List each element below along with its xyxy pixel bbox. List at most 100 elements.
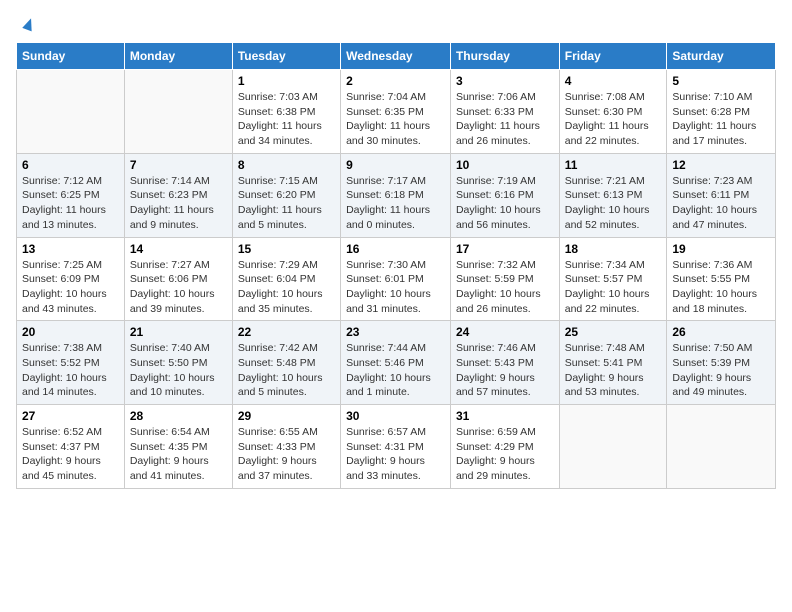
day-number: 12 [672,158,770,172]
day-number: 6 [22,158,119,172]
day-number: 24 [456,325,554,339]
day-number: 5 [672,74,770,88]
col-header-friday: Friday [559,43,667,70]
day-info: Sunrise: 7:44 AMSunset: 5:46 PMDaylight:… [346,341,445,400]
day-info: Sunrise: 7:34 AMSunset: 5:57 PMDaylight:… [565,258,662,317]
day-number: 9 [346,158,445,172]
week-row-1: 1Sunrise: 7:03 AMSunset: 6:38 PMDaylight… [17,70,776,154]
day-cell: 14Sunrise: 7:27 AMSunset: 6:06 PMDayligh… [124,237,232,321]
day-info: Sunrise: 7:15 AMSunset: 6:20 PMDaylight:… [238,174,335,233]
day-info: Sunrise: 7:50 AMSunset: 5:39 PMDaylight:… [672,341,770,400]
day-cell: 25 Sunrise: 7:48 AMSunset: 5:41 PMDayligh… [559,321,667,405]
day-cell: 3 Sunrise: 7:06 AMSunset: 6:33 PMDaylight… [450,70,559,154]
day-number: 4 [565,74,662,88]
day-cell: 12 Sunrise: 7:23 AMSunset: 6:11 PMDayligh… [667,153,776,237]
day-info: Sunrise: 7:17 AMSunset: 6:18 PMDaylight:… [346,174,445,233]
day-number: 25 [565,325,662,339]
day-number: 17 [456,242,554,256]
col-header-wednesday: Wednesday [341,43,451,70]
day-info: Sunrise: 7:25 AMSunset: 6:09 PMDaylight:… [22,258,119,317]
day-cell: 17Sunrise: 7:32 AMSunset: 5:59 PMDayligh… [450,237,559,321]
col-header-monday: Monday [124,43,232,70]
day-info: Sunrise: 6:52 AMSunset: 4:37 PMDaylight:… [22,425,119,484]
day-cell: 9 Sunrise: 7:17 AMSunset: 6:18 PMDaylight… [341,153,451,237]
col-header-thursday: Thursday [450,43,559,70]
day-info: Sunrise: 7:19 AMSunset: 6:16 PMDaylight:… [456,174,554,233]
day-cell: 24Sunrise: 7:46 AMSunset: 5:43 PMDayligh… [450,321,559,405]
day-cell: 31Sunrise: 6:59 AMSunset: 4:29 PMDayligh… [450,405,559,489]
day-number: 22 [238,325,335,339]
week-row-4: 20 Sunrise: 7:38 AMSunset: 5:52 PMDayligh… [17,321,776,405]
day-number: 11 [565,158,662,172]
day-cell: 29 Sunrise: 6:55 AMSunset: 4:33 PMDayligh… [232,405,340,489]
calendar-table: SundayMondayTuesdayWednesdayThursdayFrid… [16,42,776,489]
day-cell: 26 Sunrise: 7:50 AMSunset: 5:39 PMDayligh… [667,321,776,405]
day-cell: 15 Sunrise: 7:29 AMSunset: 6:04 PMDayligh… [232,237,340,321]
day-number: 20 [22,325,119,339]
day-info: Sunrise: 7:06 AMSunset: 6:33 PMDaylight:… [456,90,554,149]
day-cell: 30 Sunrise: 6:57 AMSunset: 4:31 PMDayligh… [341,405,451,489]
day-info: Sunrise: 7:03 AMSunset: 6:38 PMDaylight:… [238,90,335,149]
day-cell: 18 Sunrise: 7:34 AMSunset: 5:57 PMDayligh… [559,237,667,321]
day-cell [124,70,232,154]
day-number: 29 [238,409,335,423]
day-number: 13 [22,242,119,256]
day-cell: 11 Sunrise: 7:21 AMSunset: 6:13 PMDayligh… [559,153,667,237]
col-header-tuesday: Tuesday [232,43,340,70]
col-header-saturday: Saturday [667,43,776,70]
logo-arrow-icon [18,12,40,34]
day-number: 27 [22,409,119,423]
day-number: 2 [346,74,445,88]
week-row-2: 6 Sunrise: 7:12 AMSunset: 6:25 PMDaylight… [17,153,776,237]
day-number: 8 [238,158,335,172]
day-info: Sunrise: 7:38 AMSunset: 5:52 PMDaylight:… [22,341,119,400]
day-info: Sunrise: 7:30 AMSunset: 6:01 PMDaylight:… [346,258,445,317]
day-info: Sunrise: 7:12 AMSunset: 6:25 PMDaylight:… [22,174,119,233]
day-info: Sunrise: 7:21 AMSunset: 6:13 PMDaylight:… [565,174,662,233]
day-info: Sunrise: 7:48 AMSunset: 5:41 PMDaylight:… [565,341,662,400]
page-header [16,16,776,34]
day-number: 30 [346,409,445,423]
day-number: 26 [672,325,770,339]
col-header-sunday: Sunday [17,43,125,70]
day-info: Sunrise: 7:36 AMSunset: 5:55 PMDaylight:… [672,258,770,317]
day-number: 18 [565,242,662,256]
day-info: Sunrise: 6:57 AMSunset: 4:31 PMDaylight:… [346,425,445,484]
day-cell: 16Sunrise: 7:30 AMSunset: 6:01 PMDayligh… [341,237,451,321]
day-info: Sunrise: 6:59 AMSunset: 4:29 PMDaylight:… [456,425,554,484]
day-number: 21 [130,325,227,339]
day-number: 19 [672,242,770,256]
day-cell: 21 Sunrise: 7:40 AMSunset: 5:50 PMDayligh… [124,321,232,405]
day-cell: 2 Sunrise: 7:04 AMSunset: 6:35 PMDaylight… [341,70,451,154]
day-number: 10 [456,158,554,172]
day-cell: 19 Sunrise: 7:36 AMSunset: 5:55 PMDayligh… [667,237,776,321]
day-cell: 22 Sunrise: 7:42 AMSunset: 5:48 PMDayligh… [232,321,340,405]
day-cell: 28 Sunrise: 6:54 AMSunset: 4:35 PMDayligh… [124,405,232,489]
day-cell: 23 Sunrise: 7:44 AMSunset: 5:46 PMDayligh… [341,321,451,405]
logo [16,16,40,34]
day-cell: 10 Sunrise: 7:19 AMSunset: 6:16 PMDayligh… [450,153,559,237]
day-info: Sunrise: 7:27 AMSunset: 6:06 PMDaylight:… [130,258,227,317]
day-info: Sunrise: 7:10 AMSunset: 6:28 PMDaylight:… [672,90,770,149]
day-info: Sunrise: 7:42 AMSunset: 5:48 PMDaylight:… [238,341,335,400]
day-cell: 6 Sunrise: 7:12 AMSunset: 6:25 PMDaylight… [17,153,125,237]
day-info: Sunrise: 7:04 AMSunset: 6:35 PMDaylight:… [346,90,445,149]
day-info: Sunrise: 7:29 AMSunset: 6:04 PMDaylight:… [238,258,335,317]
day-number: 28 [130,409,227,423]
day-info: Sunrise: 7:14 AMSunset: 6:23 PMDaylight:… [130,174,227,233]
logo-text-block [16,16,40,34]
day-cell: 7 Sunrise: 7:14 AMSunset: 6:23 PMDaylight… [124,153,232,237]
day-number: 15 [238,242,335,256]
day-cell [559,405,667,489]
day-cell: 27 Sunrise: 6:52 AMSunset: 4:37 PMDayligh… [17,405,125,489]
day-number: 3 [456,74,554,88]
day-cell: 8 Sunrise: 7:15 AMSunset: 6:20 PMDaylight… [232,153,340,237]
day-number: 23 [346,325,445,339]
day-info: Sunrise: 7:23 AMSunset: 6:11 PMDaylight:… [672,174,770,233]
day-info: Sunrise: 7:40 AMSunset: 5:50 PMDaylight:… [130,341,227,400]
day-cell: 13 Sunrise: 7:25 AMSunset: 6:09 PMDayligh… [17,237,125,321]
day-cell [17,70,125,154]
day-info: Sunrise: 6:55 AMSunset: 4:33 PMDaylight:… [238,425,335,484]
day-number: 7 [130,158,227,172]
day-info: Sunrise: 6:54 AMSunset: 4:35 PMDaylight:… [130,425,227,484]
